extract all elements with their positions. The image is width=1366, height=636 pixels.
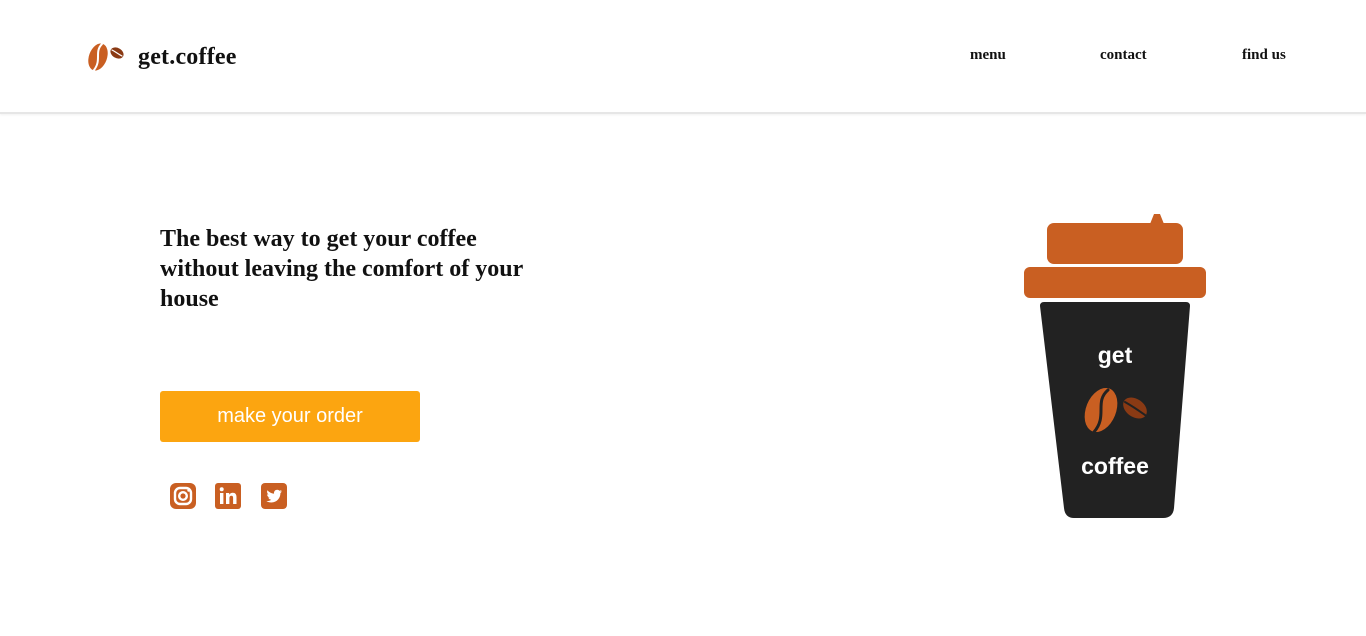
main-nav: menu contact find us	[0, 47, 1366, 69]
twitter-icon[interactable]	[261, 483, 287, 509]
hero-headline: The best way to get your coffee without …	[160, 226, 523, 312]
coffee-cup-illustration: get coffee	[1024, 214, 1206, 518]
cup-lid-rim	[1024, 267, 1206, 298]
linkedin-icon[interactable]	[215, 483, 241, 509]
instagram-icon[interactable]	[170, 483, 196, 509]
site-header: get.coffee menu contact find us	[0, 0, 1366, 114]
cup-lid-spout	[1150, 214, 1164, 224]
cup-text-coffee: coffee	[1081, 453, 1149, 479]
make-order-button[interactable]: make your order	[160, 391, 420, 442]
nav-link-menu[interactable]: menu	[970, 47, 1006, 64]
nav-link-find-us[interactable]: find us	[1242, 47, 1286, 64]
nav-link-contact[interactable]: contact	[1100, 47, 1147, 64]
cup-lid-top	[1047, 223, 1183, 264]
cup-text-get: get	[1098, 342, 1133, 368]
